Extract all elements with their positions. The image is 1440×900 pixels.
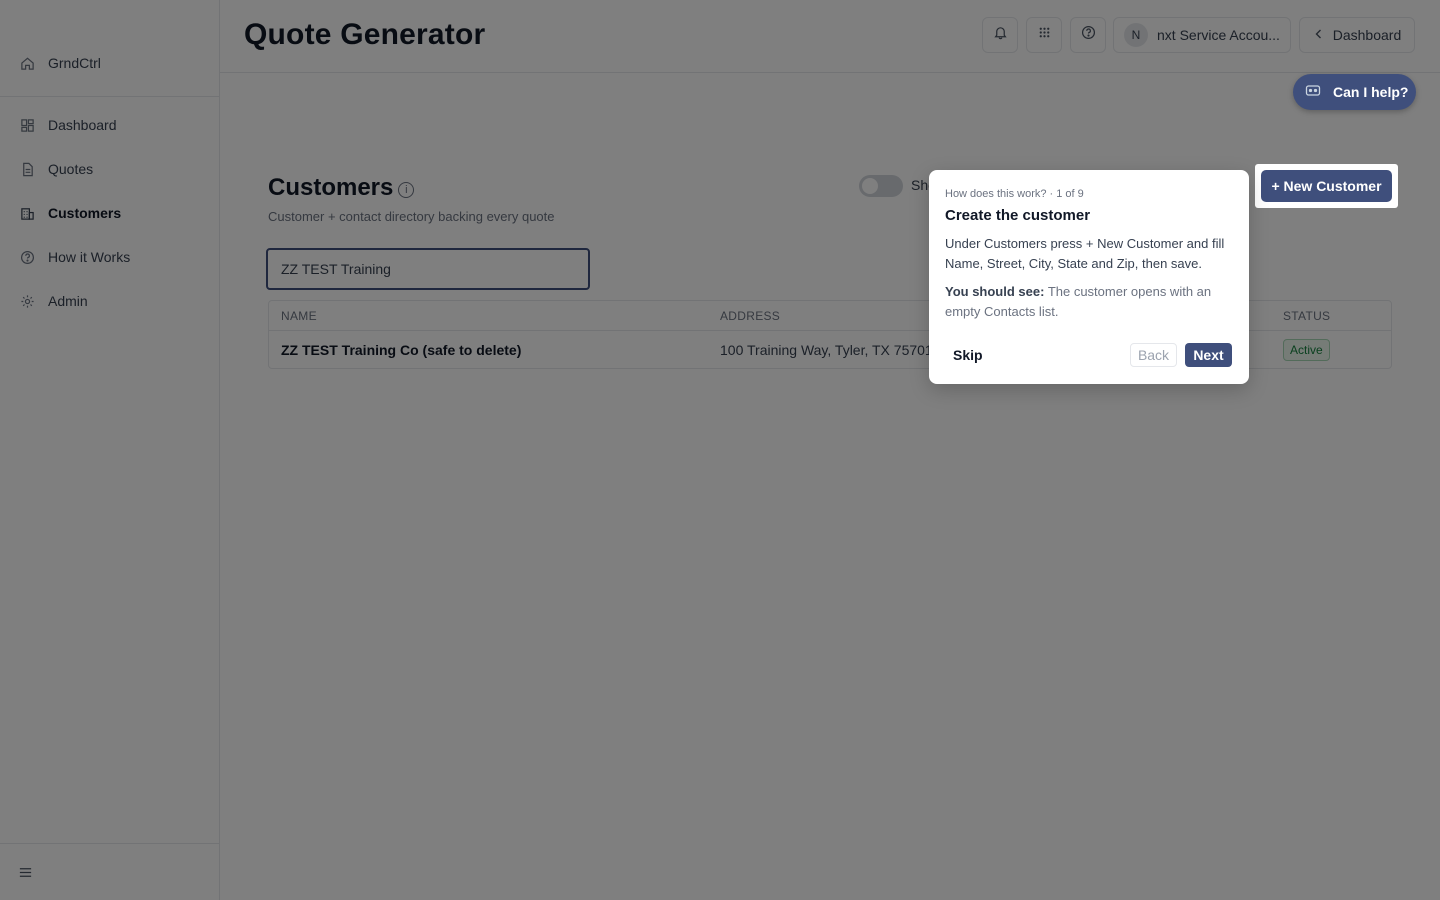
tour-title: Create the customer xyxy=(945,207,1091,224)
tour-expected-result: You should see: The customer opens with … xyxy=(945,282,1233,322)
new-customer-button[interactable]: + New Customer xyxy=(1261,170,1392,202)
chat-bot-icon xyxy=(1305,84,1321,101)
tour-actions: Skip Back Next xyxy=(945,343,1233,367)
tour-back-button[interactable]: Back xyxy=(1130,343,1177,367)
tour-overlay xyxy=(0,0,1440,900)
tour-next-button[interactable]: Next xyxy=(1185,343,1232,367)
can-i-help-button[interactable]: Can I help? xyxy=(1293,74,1416,110)
tour-step-indicator: How does this work? · 1 of 9 xyxy=(945,188,1084,200)
tour-popover: How does this work? · 1 of 9 Create the … xyxy=(929,170,1249,384)
tour-skip-button[interactable]: Skip xyxy=(953,347,983,363)
tour-see-label: You should see: xyxy=(945,284,1045,299)
can-i-help-label: Can I help? xyxy=(1333,84,1409,100)
tour-body: Under Customers press + New Customer and… xyxy=(945,236,1225,271)
